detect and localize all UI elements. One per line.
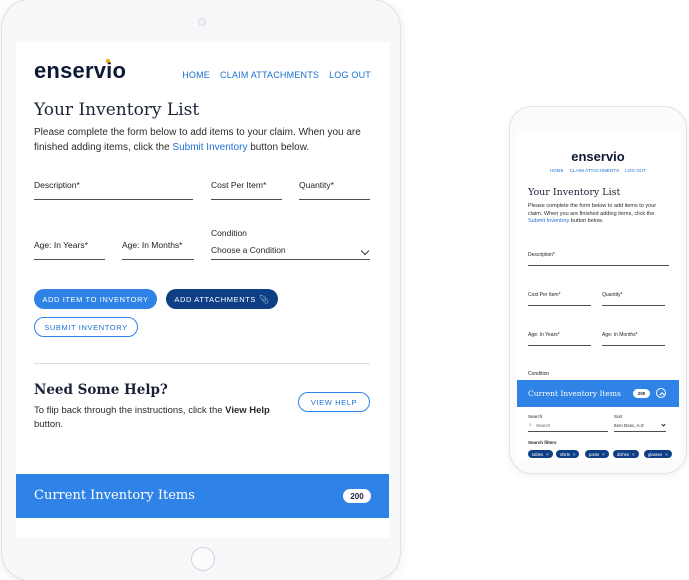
filter-chip[interactable]: glasses × <box>644 450 672 458</box>
tablet-screen: enservio HOME CLAIM ATTACHMENTS LOG OUT … <box>16 42 389 538</box>
phone-page-title: Your Inventory List <box>528 187 621 198</box>
condition-value: Choose a Condition <box>211 245 286 255</box>
close-icon[interactable]: × <box>546 452 548 457</box>
phone-submit-inventory-link[interactable]: Submit Inventory <box>528 218 569 224</box>
age-years-label: Age: In Years* <box>34 240 88 250</box>
help-text: To flip back through the instructions, c… <box>34 404 274 431</box>
filter-chip[interactable]: tables × <box>528 450 553 458</box>
phone-search-placeholder: Search <box>536 423 551 428</box>
phone-search-input[interactable]: ⌕ Search <box>528 421 608 432</box>
phone-sort-value: Item Desc, A-Z <box>614 423 644 428</box>
quantity-label: Quantity* <box>299 180 334 190</box>
submit-inventory-button[interactable]: SUBMIT INVENTORY <box>34 317 138 337</box>
divider <box>34 363 370 364</box>
submit-inventory-link[interactable]: Submit Inventory <box>172 142 247 153</box>
view-help-button-label: VIEW HELP <box>310 397 358 407</box>
camera-icon <box>198 18 206 26</box>
logo-dot-icon <box>106 59 110 63</box>
phone-cost-label: Cost Per Item* <box>528 292 561 298</box>
brand-name: enservio <box>34 58 127 83</box>
filter-chip-label: pants <box>589 451 600 457</box>
quantity-field[interactable]: Quantity* <box>299 180 370 200</box>
age-months-label: Age: In Months* <box>122 240 183 250</box>
age-months-field[interactable]: Age: In Months* <box>122 240 194 260</box>
phone-quantity-label: Quantity* <box>602 292 623 298</box>
filter-chip-label: dishes <box>617 451 630 457</box>
phone-search-label: Search <box>528 414 543 419</box>
sort-chevron-down-icon <box>661 422 666 427</box>
condition-label: Condition <box>211 228 247 238</box>
close-icon[interactable]: × <box>632 452 634 457</box>
submit-inventory-button-label: SUBMIT INVENTORY <box>44 322 128 332</box>
phone-current-items-bar[interactable]: Current Inventory Items 200 <box>517 380 679 407</box>
phone-item-count-badge: 200 <box>633 389 650 398</box>
phone-age-years-label: Age: In Years* <box>528 332 560 338</box>
phone-current-items-title: Current Inventory Items <box>528 389 621 398</box>
item-count-badge: 200 <box>343 489 371 503</box>
view-help-button[interactable]: VIEW HELP <box>298 392 370 412</box>
description-label: Description* <box>34 180 80 190</box>
help-text-end: button. <box>34 418 64 430</box>
add-attachments-button[interactable]: ADD ATTACHMENTS 📎 <box>166 289 278 309</box>
brand-logo[interactable]: enservio <box>34 58 126 84</box>
close-icon[interactable]: × <box>665 452 667 457</box>
add-attachments-button-label: ADD ATTACHMENTS <box>174 294 257 304</box>
filter-chip[interactable]: shirts × <box>556 450 580 458</box>
tablet-device: enservio HOME CLAIM ATTACHMENTS LOG OUT … <box>2 0 400 580</box>
filter-chip-label: shirts <box>560 451 571 457</box>
description-field[interactable]: Description* <box>34 180 193 200</box>
intro-text: Please complete the form below to add it… <box>34 126 364 155</box>
help-text-start: To flip back through the instructions, c… <box>34 405 226 416</box>
current-items-title: Current Inventory Items <box>34 488 195 503</box>
nav-home[interactable]: HOME <box>182 70 210 80</box>
chevron-up-icon[interactable] <box>656 388 666 398</box>
search-icon: ⌕ <box>529 422 532 428</box>
phone-nav-logout[interactable]: LOG OUT <box>625 168 646 173</box>
phone-description-label: Description* <box>528 252 555 258</box>
phone-condition-label: Condition <box>528 371 550 377</box>
add-item-button[interactable]: ADD ITEM TO INVENTORY <box>34 289 157 309</box>
phone-filters-label: Search filters <box>528 440 557 445</box>
close-icon[interactable]: × <box>573 452 575 457</box>
phone-cost-field[interactable]: Cost Per Item* <box>528 292 591 306</box>
help-text-bold: View Help <box>225 405 270 416</box>
filter-chip[interactable]: pants × <box>585 450 609 458</box>
phone-age-months-field[interactable]: Age: In Months* <box>602 332 665 346</box>
phone-screen: enservio HOME CLAIM ATTACHMENTS LOG OUT … <box>517 131 679 461</box>
add-item-button-label: ADD ITEM TO INVENTORY <box>42 294 149 304</box>
help-title: Need Some Help? <box>34 382 168 398</box>
intro-text-end: button below. <box>247 141 310 153</box>
top-nav: HOME CLAIM ATTACHMENTS LOG OUT <box>182 70 371 80</box>
phone-intro-start: Please complete the form below to add it… <box>528 203 657 217</box>
phone-age-months-label: Age: In Months* <box>602 332 638 338</box>
filter-chip-label: tables <box>532 451 544 457</box>
filter-chip-label: glasses <box>648 451 663 457</box>
phone-device: enservio HOME CLAIM ATTACHMENTS LOG OUT … <box>510 107 686 473</box>
condition-select[interactable]: Condition Choose a Condition <box>211 228 370 260</box>
phone-brand-logo[interactable]: enservio <box>517 149 679 164</box>
current-items-bar[interactable]: Current Inventory Items 200 <box>16 474 389 518</box>
age-years-field[interactable]: Age: In Years* <box>34 240 105 260</box>
filter-chip[interactable]: dishes × <box>613 450 639 458</box>
home-button-icon <box>191 547 215 571</box>
phone-intro-text: Please complete the form below to add it… <box>528 203 668 226</box>
close-icon[interactable]: × <box>602 452 604 457</box>
phone-description-field[interactable]: Description* <box>528 252 669 266</box>
cost-label: Cost Per Item* <box>211 180 267 190</box>
nav-logout[interactable]: LOG OUT <box>329 70 371 80</box>
cost-field[interactable]: Cost Per Item* <box>211 180 282 200</box>
phone-nav-home[interactable]: HOME <box>550 168 564 173</box>
phone-sort-label: Sort <box>614 414 623 419</box>
phone-intro-end: button below. <box>569 218 604 225</box>
chevron-down-icon <box>360 246 370 256</box>
phone-sort-select[interactable]: Item Desc, A-Z <box>614 421 666 432</box>
phone-quantity-field[interactable]: Quantity* <box>602 292 665 306</box>
nav-claim-attachments[interactable]: CLAIM ATTACHMENTS <box>220 70 319 80</box>
paperclip-icon: 📎 <box>259 294 270 304</box>
phone-nav: HOME CLAIM ATTACHMENTS LOG OUT <box>517 168 679 173</box>
phone-nav-claim-attachments[interactable]: CLAIM ATTACHMENTS <box>570 168 620 173</box>
phone-age-years-field[interactable]: Age: In Years* <box>528 332 591 346</box>
page-title: Your Inventory List <box>34 100 200 120</box>
